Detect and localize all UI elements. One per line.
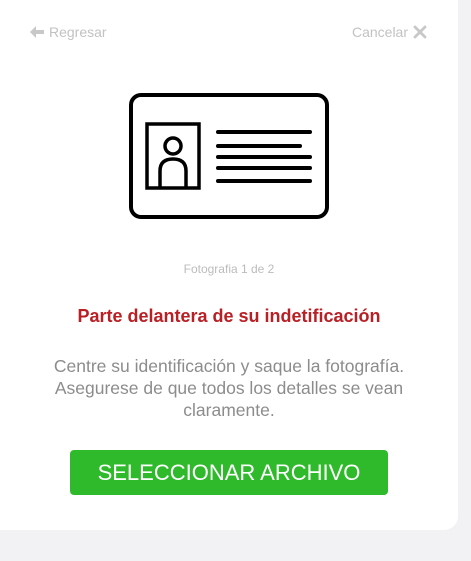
cancel-button[interactable]: Cancelar bbox=[352, 24, 427, 40]
back-button[interactable]: Regresar bbox=[30, 24, 107, 40]
arrow-left-icon bbox=[30, 26, 44, 38]
page-title: Parte delantera de su indetificación bbox=[77, 306, 381, 326]
upload-card: Regresar Cancelar Fotografia 1 de 2 Part… bbox=[0, 0, 458, 530]
instructions-text: Centre su identificación y saque la foto… bbox=[53, 356, 405, 420]
select-file-button[interactable]: SELECCIONAR ARCHIVO bbox=[70, 450, 388, 495]
photo-counter: Fotografia 1 de 2 bbox=[183, 262, 275, 276]
cancel-label: Cancelar bbox=[351, 24, 408, 40]
close-icon bbox=[413, 25, 427, 39]
id-card-icon bbox=[129, 93, 329, 224]
back-label: Regresar bbox=[49, 24, 107, 40]
top-nav: Regresar Cancelar bbox=[30, 22, 427, 42]
